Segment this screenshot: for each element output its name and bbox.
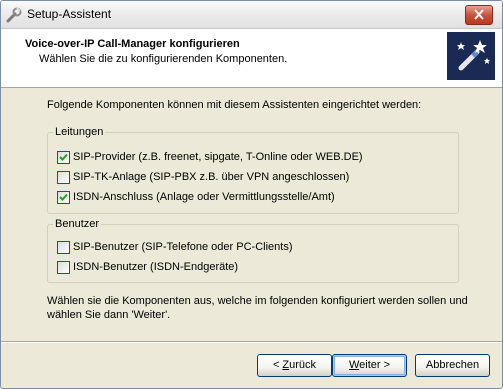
checkbox-label: ISDN-Anschluss (Anlage oder Vermittlungs… <box>73 191 335 203</box>
outro-text-line1: Wählen sie die Komponenten aus, welche i… <box>47 295 468 307</box>
wrench-icon <box>6 7 22 23</box>
next-button-label: eiter > <box>359 359 391 371</box>
checkbox-box[interactable] <box>57 191 70 204</box>
back-button-prefix: < <box>272 359 283 371</box>
checkbox-box[interactable] <box>57 171 70 184</box>
checkbox-box[interactable] <box>57 151 70 164</box>
group-label-benutzer: Benutzer <box>53 218 102 230</box>
checkbox-label: ISDN-Benutzer (ISDN-Endgeräte) <box>73 261 239 273</box>
close-icon <box>474 9 484 20</box>
back-button[interactable]: < Zurück <box>257 354 332 377</box>
checkbox-label: SIP-TK-Anlage (SIP-PBX z.B. über VPN ang… <box>73 171 350 183</box>
checkbox-box[interactable] <box>57 261 70 274</box>
group-benutzer <box>47 224 459 283</box>
setup-wizard-window: Setup-Assistent Voice-over-IP Call-Manag… <box>0 0 503 389</box>
title-bar[interactable]: Setup-Assistent <box>1 1 502 29</box>
intro-text: Folgende Komponenten können mit diesem A… <box>47 99 422 111</box>
close-button[interactable] <box>465 5 493 25</box>
group-label-leitungen: Leitungen <box>53 126 106 138</box>
window-title: Setup-Assistent <box>27 7 112 21</box>
cancel-button[interactable]: Abbrechen <box>415 354 490 377</box>
header-title: Voice-over-IP Call-Manager konfigurieren <box>25 38 240 50</box>
next-button-mnemonic: W <box>348 359 360 371</box>
checkbox-box[interactable] <box>57 241 70 254</box>
header-subtitle: Wählen Sie die zu konfigurierenden Kompo… <box>39 53 288 65</box>
wizard-header: Voice-over-IP Call-Manager konfigurieren… <box>1 29 502 88</box>
next-button[interactable]: Weiter > <box>332 354 407 377</box>
checkbox-label: SIP-Provider (z.B. freenet, sipgate, T-O… <box>73 151 363 163</box>
back-button-label: urück <box>289 359 317 371</box>
checkmark-icon <box>59 153 68 161</box>
footer-divider <box>1 341 502 343</box>
outro-text-line2: wählen Sie dann 'Weiter'. <box>47 309 171 321</box>
magic-wand-icon <box>447 32 495 80</box>
checkbox-label: SIP-Benutzer (SIP-Telefone oder PC-Clien… <box>73 241 293 253</box>
checkmark-icon <box>59 193 68 201</box>
